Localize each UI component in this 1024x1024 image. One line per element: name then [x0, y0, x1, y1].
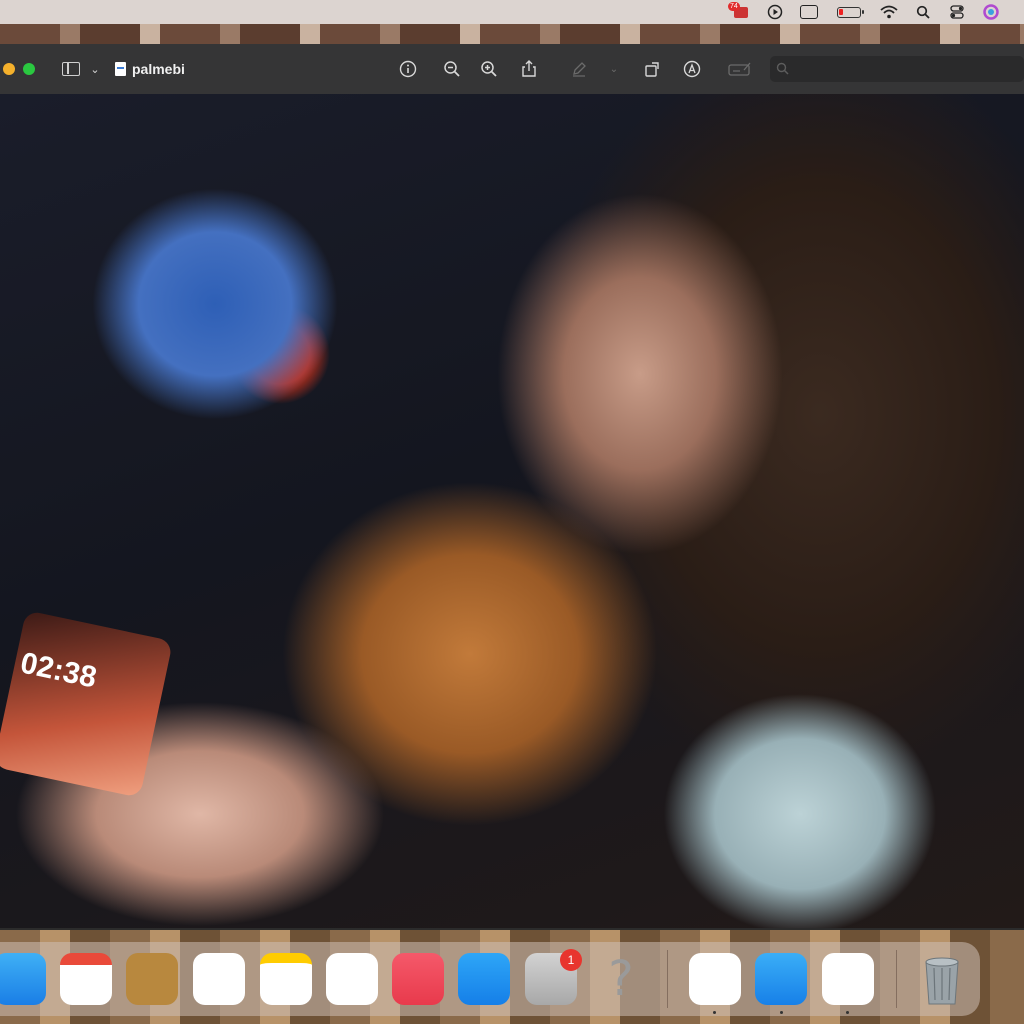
calendar-app-icon[interactable] [60, 953, 112, 1005]
battery-indicator [837, 6, 864, 18]
preview-window: ⌄ palmebi ⌄ 02:38 [0, 44, 1024, 928]
app-badge-icon[interactable]: 74 [728, 2, 750, 20]
white-app-icon-2[interactable] [326, 953, 378, 1005]
zoom-button[interactable] [23, 63, 35, 75]
document-title: palmebi [115, 59, 185, 79]
screen-mirroring-icon[interactable] [800, 4, 818, 20]
form-filling-icon[interactable] [727, 58, 753, 80]
chevron-down-icon[interactable]: ⌄ [84, 58, 106, 80]
menubar-badge: 74 [728, 2, 740, 11]
battery-icon[interactable] [834, 4, 864, 20]
zoom-in-icon[interactable] [478, 58, 500, 80]
displayed-photo: 02:38 [0, 94, 1024, 928]
search-field[interactable] [770, 56, 1024, 82]
sidebar-toggle-icon[interactable] [62, 62, 80, 76]
dock-separator-2 [896, 950, 897, 1008]
unknown-app-question-icon[interactable]: ? [595, 951, 647, 1007]
running-indicator-3 [846, 1011, 849, 1014]
rotate-icon[interactable] [641, 58, 663, 80]
phone-in-photo [0, 610, 173, 798]
blue-app-icon-2[interactable] [755, 953, 807, 1005]
minimize-button[interactable] [3, 63, 15, 75]
siri-icon[interactable] [982, 4, 1000, 20]
notes-app-icon[interactable] [260, 953, 312, 1005]
zoom-out-icon[interactable] [441, 58, 463, 80]
markup-icon[interactable] [681, 58, 703, 80]
white-app-icon-4[interactable] [822, 953, 874, 1005]
play-circle-icon[interactable] [766, 4, 784, 20]
desktop-wallpaper-top [0, 24, 1024, 44]
pencil-menu-chevron-icon[interactable]: ⌄ [603, 58, 625, 80]
trash-icon[interactable] [920, 952, 964, 1006]
running-indicator-1 [713, 1011, 716, 1014]
document-title-text: palmebi [132, 61, 185, 77]
info-icon[interactable] [397, 58, 419, 80]
finder-app-icon[interactable] [0, 953, 46, 1005]
share-icon[interactable] [518, 58, 540, 80]
dock-notification-badge: 1 [560, 949, 582, 971]
window-toolbar: ⌄ palmebi ⌄ [0, 44, 1024, 95]
pencil-icon[interactable] [568, 58, 590, 80]
screen-icon-shape [800, 5, 818, 19]
control-center-icon[interactable] [948, 4, 966, 20]
wifi-icon[interactable] [880, 4, 898, 20]
white-app-icon-3[interactable] [689, 953, 741, 1005]
white-app-icon-1[interactable] [193, 953, 245, 1005]
notes-brown-app-icon[interactable] [126, 953, 178, 1005]
running-indicator-2 [780, 1011, 783, 1014]
search-icon [776, 62, 789, 75]
dock-separator-1 [667, 950, 668, 1008]
spotlight-search-icon[interactable] [914, 4, 932, 20]
menu-bar: 74 [0, 0, 1024, 24]
app-store-icon[interactable] [458, 953, 510, 1005]
document-icon [115, 62, 126, 76]
music-app-icon[interactable] [392, 953, 444, 1005]
battery-level [839, 8, 843, 15]
